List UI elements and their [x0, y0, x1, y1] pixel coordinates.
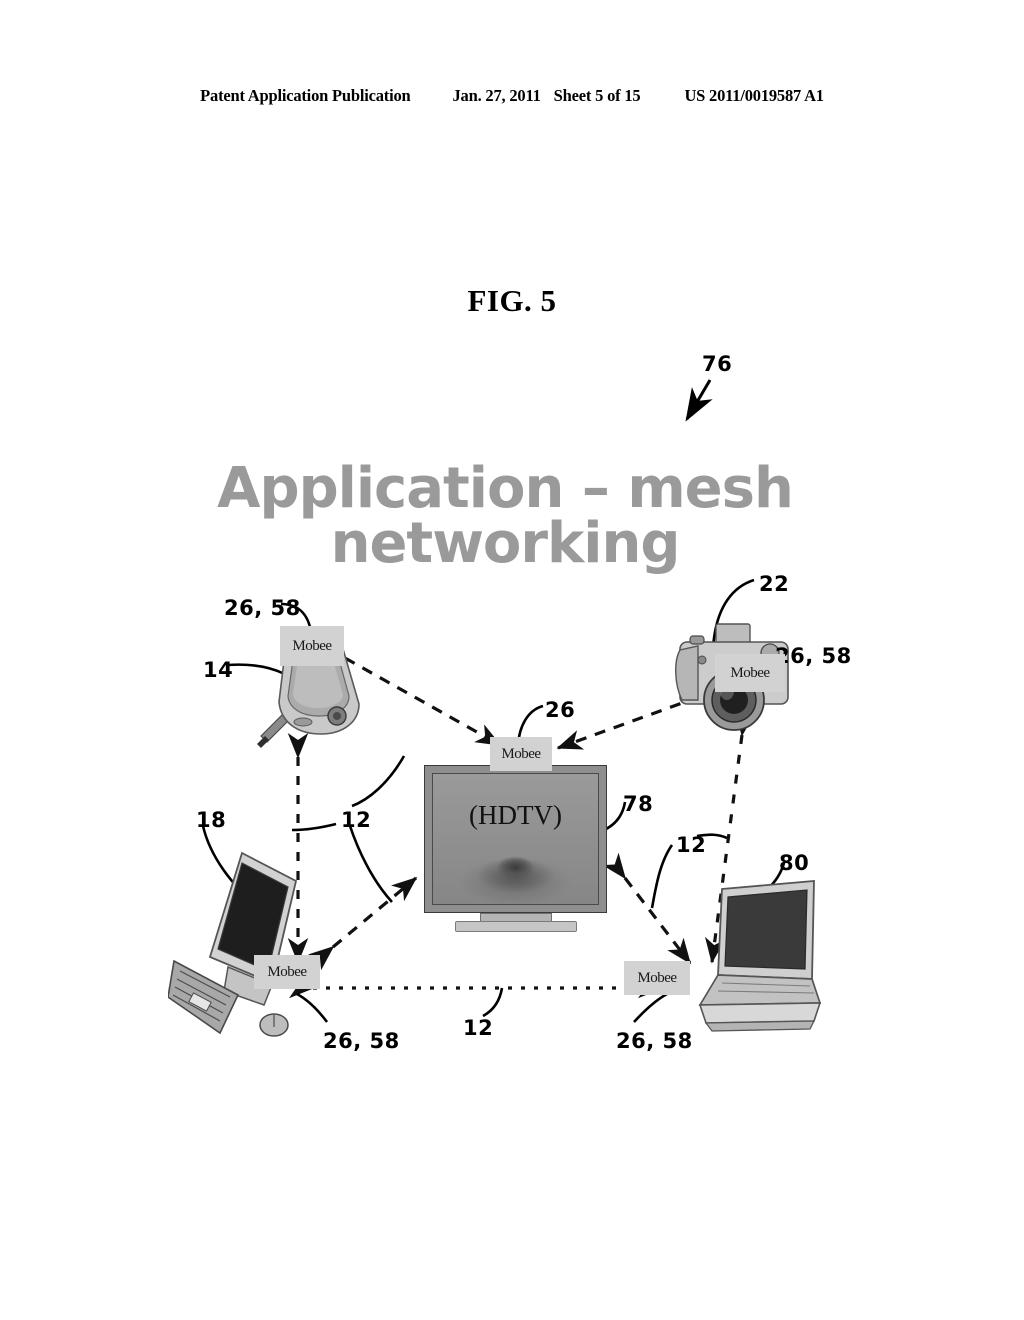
mobee-dongle-hdtv[interactable]: Mobee	[490, 737, 552, 771]
ref-laptop-dongle: 26, 58	[616, 1029, 693, 1053]
device-laptop[interactable]: Mobee	[624, 875, 824, 1035]
link-pda-hdtv	[319, 637, 502, 747]
hdtv-screen-label: (HDTV)	[469, 800, 562, 830]
device-pda[interactable]: Mobee	[255, 626, 365, 750]
ref-pda-dongle: 26, 58	[224, 596, 301, 620]
mesh-networking-diagram: Application – mesh networking Mobee Mobe…	[0, 0, 1024, 1320]
mobee-dongle-laptop[interactable]: Mobee	[624, 961, 690, 995]
mobee-dongle-desktop[interactable]: Mobee	[254, 955, 320, 989]
desktop-illustration	[168, 851, 298, 1037]
mobee-dongle-pda[interactable]: Mobee	[280, 626, 344, 666]
ref-link-bottom: 12	[463, 1016, 494, 1040]
ref-desktop-dongle: 26, 58	[323, 1029, 400, 1053]
ref-camera: 22	[759, 572, 790, 596]
diagram-title: Application – mesh networking	[195, 461, 815, 576]
diagram-vectors	[201, 379, 786, 1023]
mobee-dongle-laptop-label: Mobee	[637, 969, 677, 986]
mobee-dongle-hdtv-label: Mobee	[501, 745, 541, 762]
device-camera[interactable]: Mobee	[672, 620, 798, 742]
mobee-dongle-camera[interactable]: Mobee	[715, 654, 785, 692]
device-desktop[interactable]: Mobee	[168, 845, 348, 1045]
ref-link-left: 12	[341, 808, 372, 832]
mobee-dongle-camera-label: Mobee	[730, 664, 770, 681]
ref-hdtv: 78	[623, 792, 654, 816]
ref-laptop: 80	[779, 851, 810, 875]
diagram-title-line2: networking	[330, 510, 681, 576]
system-ref-arrow	[685, 379, 713, 422]
ref-camera-dongle: 26, 58	[775, 644, 852, 668]
ref-link-right: 12	[676, 833, 707, 857]
mobee-dongle-desktop-label: Mobee	[267, 963, 307, 980]
laptop-illustration	[698, 880, 822, 1032]
hdtv-stand-base	[454, 921, 577, 932]
mobee-dongle-pda-label: Mobee	[292, 637, 332, 654]
ref-pda: 14	[203, 658, 234, 682]
device-hdtv[interactable]: (HDTV) Mobee	[424, 737, 607, 945]
hdtv-screen	[432, 773, 599, 905]
hdtv-bezel: (HDTV)	[424, 765, 607, 913]
ref-hdtv-dongle: 26	[545, 698, 576, 722]
ref-desktop: 18	[196, 808, 227, 832]
ref-76: 76	[702, 352, 733, 376]
